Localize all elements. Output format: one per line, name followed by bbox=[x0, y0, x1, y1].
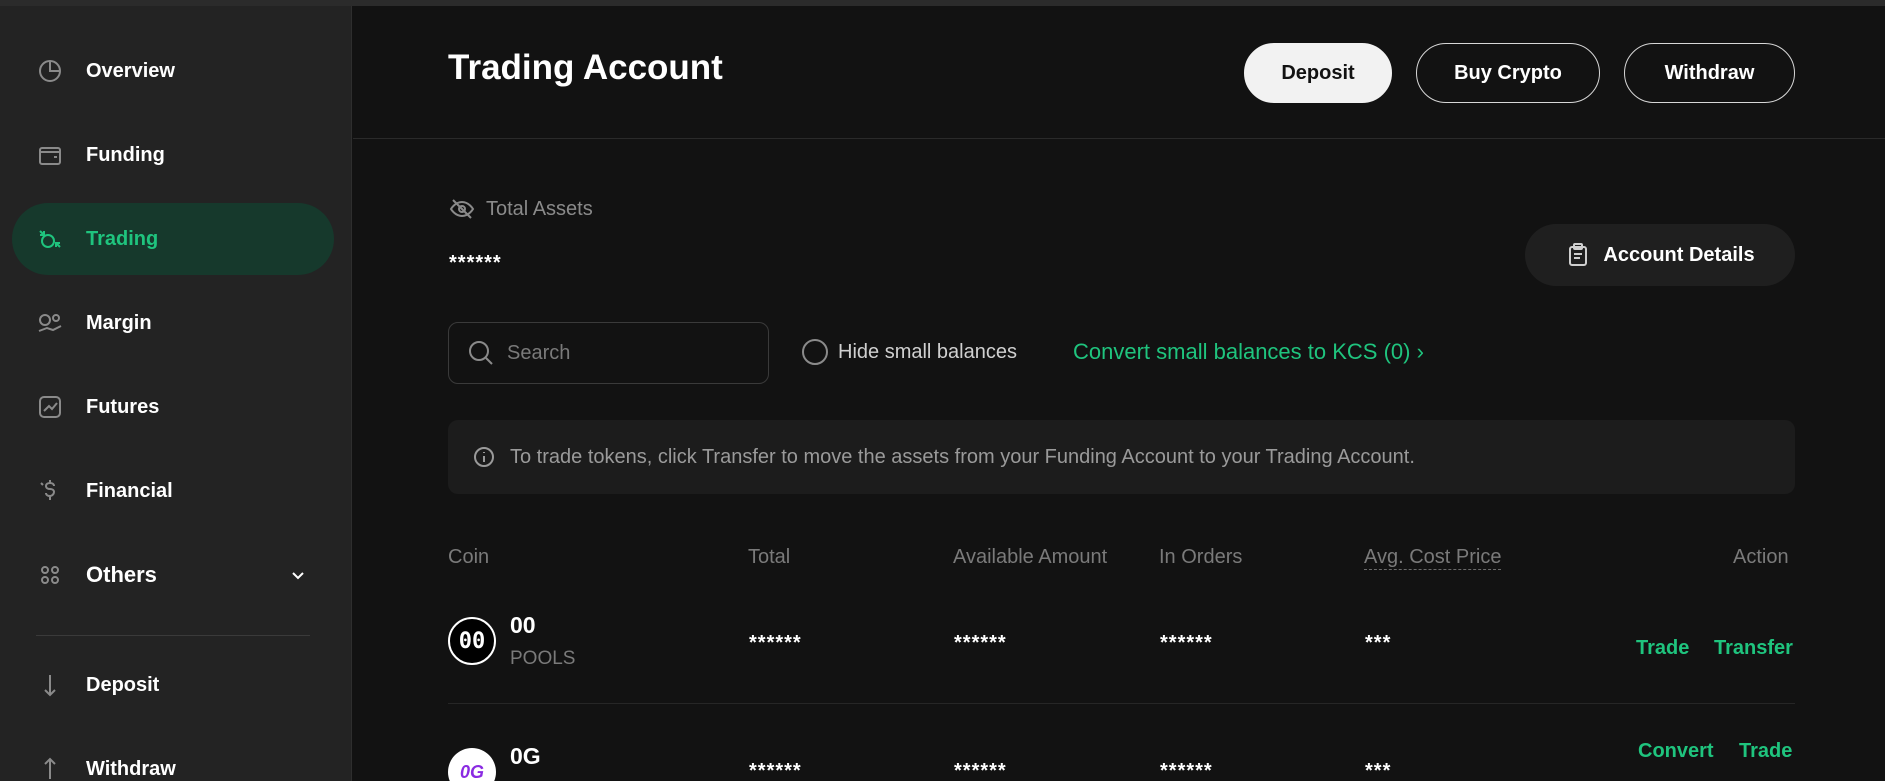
col-header-available: Available Amount bbox=[953, 546, 1108, 568]
sidebar-item-funding[interactable]: Funding bbox=[12, 119, 334, 191]
notice-text: To trade tokens, click Transfer to move … bbox=[510, 445, 1415, 468]
sidebar-item-others[interactable]: Others bbox=[12, 539, 334, 611]
transfer-link[interactable]: Transfer bbox=[1714, 637, 1793, 660]
deposit-button[interactable]: Deposit bbox=[1244, 43, 1392, 103]
coin-symbol: 00 bbox=[510, 612, 536, 638]
sidebar-item-overview[interactable]: Overview bbox=[12, 35, 334, 107]
sidebar-divider bbox=[36, 635, 310, 636]
coin-name: POOLS bbox=[510, 648, 576, 669]
sidebar: Overview Funding Trading Margin Futures … bbox=[0, 6, 352, 781]
sidebar-item-withdraw[interactable]: Withdraw bbox=[12, 733, 334, 781]
sidebar-item-label: Funding bbox=[86, 143, 165, 166]
main-content: Trading Account Deposit Buy Crypto Withd… bbox=[353, 6, 1885, 781]
sidebar-item-deposit[interactable]: Deposit bbox=[12, 649, 334, 721]
hide-small-label: Hide small balances bbox=[838, 340, 1017, 363]
trading-icon bbox=[36, 225, 64, 253]
sidebar-item-trading[interactable]: Trading bbox=[12, 203, 334, 275]
page-title: Trading Account bbox=[448, 48, 723, 87]
hide-small-balances-toggle[interactable]: Hide small balances bbox=[802, 339, 1017, 365]
sidebar-item-label: Trading bbox=[86, 227, 159, 250]
total-assets-value: ****** bbox=[449, 252, 502, 274]
clipboard-icon bbox=[1569, 243, 1588, 266]
cell-total: ****** bbox=[749, 632, 802, 654]
account-details-label: Account Details bbox=[1603, 243, 1755, 266]
info-notice: To trade tokens, click Transfer to move … bbox=[448, 420, 1795, 494]
wallet-icon bbox=[36, 141, 64, 169]
search-icon bbox=[469, 341, 493, 365]
chevron-down-icon[interactable] bbox=[288, 565, 308, 585]
eye-off-icon[interactable] bbox=[448, 195, 476, 223]
hide-small-radio[interactable] bbox=[802, 339, 828, 365]
col-header-action: Action bbox=[1733, 546, 1789, 568]
col-header-total: Total bbox=[748, 546, 791, 568]
sidebar-item-futures[interactable]: Futures bbox=[12, 371, 334, 443]
total-assets-text: Total Assets bbox=[486, 197, 593, 220]
convert-small-balances-link[interactable]: Convert small balances to KCS (0) › bbox=[1073, 339, 1424, 365]
sidebar-item-label: Financial bbox=[86, 479, 173, 502]
cell-available: ****** bbox=[954, 632, 1007, 654]
convert-link[interactable]: Convert bbox=[1638, 740, 1714, 763]
info-icon bbox=[474, 447, 494, 467]
trade-link[interactable]: Trade bbox=[1636, 637, 1689, 660]
col-header-coin: Coin bbox=[448, 546, 490, 568]
row-divider bbox=[448, 703, 1795, 704]
coin-logo-0g: 0G bbox=[448, 748, 496, 781]
arrow-up-icon bbox=[36, 755, 64, 781]
cell-available: ****** bbox=[954, 760, 1007, 781]
sidebar-item-financial[interactable]: Financial bbox=[12, 455, 334, 527]
futures-chart-icon bbox=[36, 393, 64, 421]
coin-symbol: 0G bbox=[510, 743, 541, 769]
sidebar-item-label: Overview bbox=[86, 59, 175, 82]
dollar-icon bbox=[36, 477, 64, 505]
sidebar-item-label: Futures bbox=[86, 395, 160, 418]
account-details-button[interactable]: Account Details bbox=[1525, 224, 1795, 286]
total-assets-label: Total Assets bbox=[448, 195, 593, 223]
sidebar-item-label: Withdraw bbox=[86, 757, 176, 780]
margin-icon bbox=[36, 309, 64, 337]
coin-logo-00: 00 bbox=[448, 617, 496, 665]
grid-dots-icon bbox=[36, 561, 64, 589]
trade-link[interactable]: Trade bbox=[1739, 740, 1792, 763]
search-box[interactable] bbox=[448, 322, 769, 384]
sidebar-item-label: Deposit bbox=[86, 673, 160, 696]
search-input[interactable] bbox=[507, 341, 747, 365]
buy-crypto-button[interactable]: Buy Crypto bbox=[1416, 43, 1600, 103]
cell-avg-cost: *** bbox=[1365, 632, 1392, 654]
col-header-in-orders: In Orders bbox=[1159, 546, 1243, 568]
cell-total: ****** bbox=[749, 760, 802, 781]
cell-in-orders: ****** bbox=[1160, 632, 1213, 654]
sidebar-item-label: Others bbox=[86, 562, 157, 587]
cell-avg-cost: *** bbox=[1365, 760, 1392, 781]
sidebar-item-margin[interactable]: Margin bbox=[12, 287, 334, 359]
pie-chart-icon bbox=[36, 57, 64, 85]
sidebar-item-label: Margin bbox=[86, 311, 152, 334]
col-header-avg-cost[interactable]: Avg. Cost Price bbox=[1364, 546, 1502, 570]
withdraw-button[interactable]: Withdraw bbox=[1624, 43, 1795, 103]
cell-in-orders: ****** bbox=[1160, 760, 1213, 781]
arrow-down-icon bbox=[36, 671, 64, 699]
page-header: Trading Account Deposit Buy Crypto Withd… bbox=[353, 6, 1885, 139]
